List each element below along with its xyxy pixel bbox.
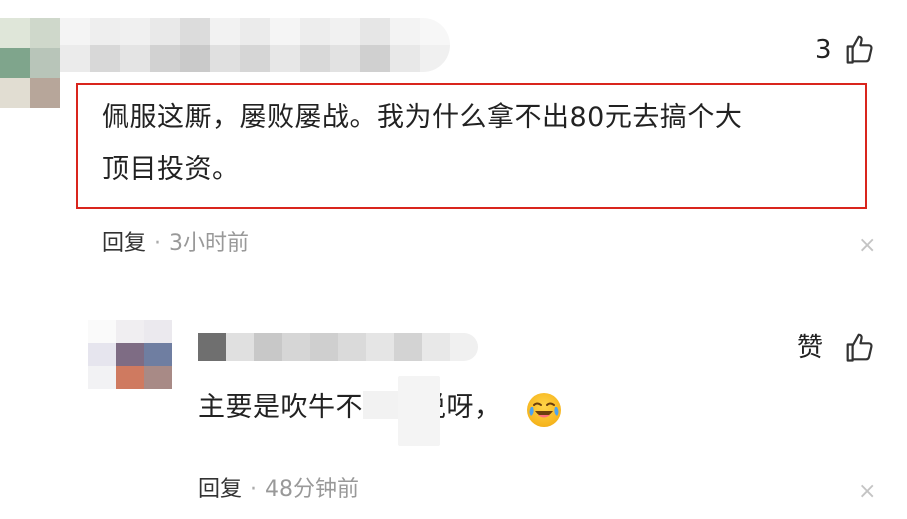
reply-meta: 回复 · 48分钟前 [198, 479, 359, 501]
comment-text-line-1: 佩服这厮，屡败屡战。我为什么拿不出80元去搞个大 [102, 102, 743, 133]
commenter-username[interactable] [60, 18, 450, 72]
reply-text: 主要是吹牛不 说呀， [198, 382, 502, 434]
comment-meta: 回复 · 3小时前 [102, 233, 249, 255]
comment-text-line-2: 顶目投资。 [102, 154, 240, 185]
replier-avatar[interactable] [88, 320, 172, 389]
reply-button[interactable]: 回复 [198, 477, 242, 502]
thumbs-up-icon[interactable] [845, 331, 875, 363]
timestamp: 48分钟前 [265, 477, 360, 502]
commenter-avatar[interactable] [0, 18, 60, 108]
separator-dot: · [154, 231, 162, 256]
crying-laughing-face-icon [527, 393, 561, 427]
close-icon[interactable]: × [858, 235, 876, 257]
timestamp: 3小时前 [169, 231, 250, 256]
redaction-patch [398, 376, 440, 446]
like-count: 3 [815, 35, 832, 65]
reply-text-part-1: 主要是吹牛不 [198, 392, 363, 423]
replier-username[interactable] [198, 333, 478, 361]
thumbs-up-icon[interactable] [845, 33, 875, 65]
reply-button[interactable]: 回复 [102, 231, 146, 256]
like-label: 赞 [797, 333, 824, 363]
close-icon[interactable]: × [858, 481, 876, 503]
separator-dot: · [250, 477, 258, 502]
